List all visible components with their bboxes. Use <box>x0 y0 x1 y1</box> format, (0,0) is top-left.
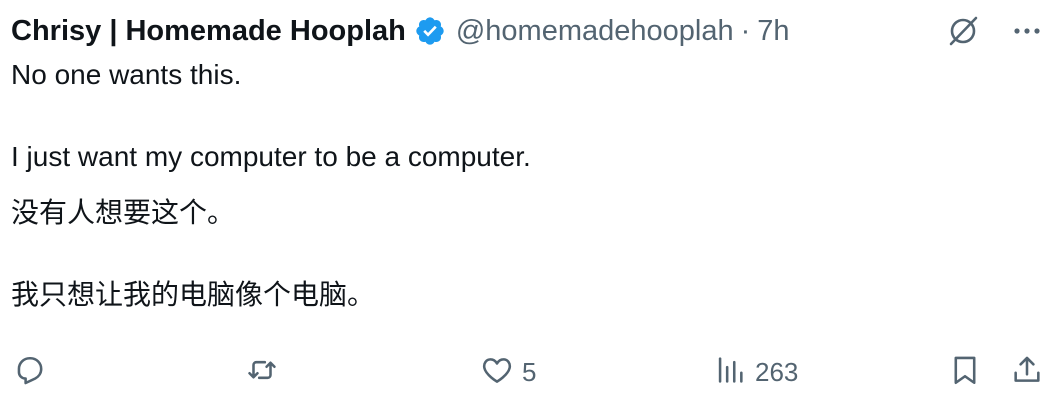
verified-badge-icon[interactable] <box>414 15 446 47</box>
reply-button[interactable] <box>13 348 47 396</box>
like-count: 5 <box>522 356 537 387</box>
post-text-line: No one wants this. <box>11 59 242 90</box>
views-button[interactable]: 263 <box>713 348 798 396</box>
post-time[interactable]: 7h <box>757 15 789 48</box>
post-header: Chrisy | Homemade Hooplah @homemadehoopl… <box>11 10 790 52</box>
post-top-actions <box>946 14 1044 48</box>
repost-button[interactable] <box>245 348 279 396</box>
post-text-line: 没有人想要这个。 <box>11 197 236 228</box>
post-text: No one wants this. I just want my comput… <box>11 57 1031 313</box>
post-action-bar: 5 263 <box>0 348 1054 396</box>
separator-dot: · <box>740 14 751 47</box>
share-icon <box>1010 353 1044 392</box>
more-icon[interactable] <box>1010 14 1044 48</box>
reply-icon <box>13 353 47 392</box>
bookmark-button[interactable] <box>948 348 982 396</box>
share-button[interactable] <box>1010 348 1044 396</box>
post-text-line: I just want my computer to be a computer… <box>11 141 531 172</box>
grok-icon[interactable] <box>946 14 980 48</box>
view-count: 263 <box>755 356 799 387</box>
repost-icon <box>245 353 279 392</box>
heart-icon <box>480 353 514 392</box>
post-text-line: 我只想让我的电脑像个电脑。 <box>11 279 376 310</box>
author-name[interactable]: Chrisy | Homemade Hooplah <box>11 15 406 48</box>
views-chart-icon <box>713 353 747 392</box>
author-handle[interactable]: @homemadehooplah <box>456 15 734 48</box>
like-button[interactable]: 5 <box>480 348 536 396</box>
bookmark-icon <box>948 353 982 392</box>
